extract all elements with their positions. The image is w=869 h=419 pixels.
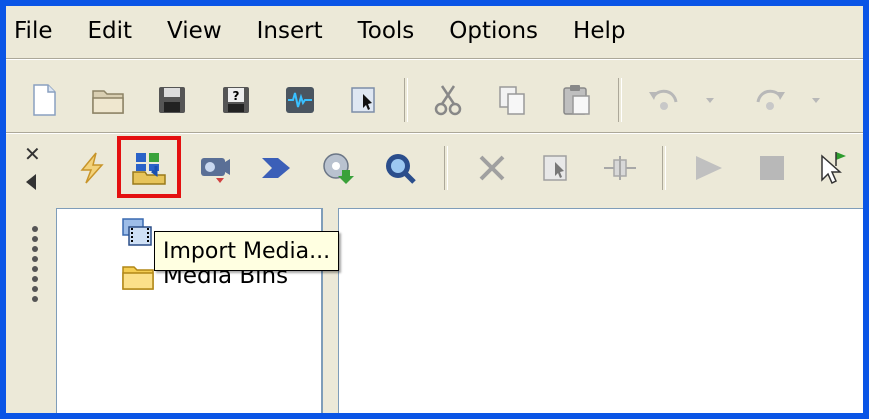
convert-icon[interactable] [252,144,300,192]
stop-icon[interactable] [748,144,796,192]
save-as-icon[interactable]: ? [212,76,260,124]
tree-item-clips[interactable] [121,217,153,249]
menu-file[interactable]: File [14,18,53,44]
paste-icon[interactable] [552,76,600,124]
film-clip-icon [122,218,152,246]
redo-dropdown-icon[interactable] [802,76,830,124]
delete-icon[interactable] [468,144,516,192]
play-icon[interactable] [684,144,732,192]
save-icon[interactable] [148,76,196,124]
cut-icon[interactable] [424,76,472,124]
select-icon[interactable] [340,76,388,124]
svg-text:?: ? [233,89,240,103]
redo-icon[interactable] [746,76,794,124]
search-media-icon[interactable] [376,144,424,192]
produce-lightning-icon[interactable] [68,144,116,192]
new-file-icon[interactable] [20,76,68,124]
import-media-highlight [117,136,181,198]
content-panel [338,208,863,413]
undo-dropdown-icon[interactable] [696,76,724,124]
toolbar-separator [404,78,408,122]
application-window: File Edit View Insert Tools Options Help… [6,6,863,413]
menu-insert[interactable]: Insert [257,18,323,44]
split-icon[interactable] [596,144,644,192]
menu-separator-highlight [6,59,863,60]
menu-bar: File Edit View Insert Tools Options Help [6,6,863,56]
pointer-icon[interactable] [808,144,856,192]
toolbar-separator [662,146,666,190]
standard-toolbar: ? [6,62,863,134]
open-folder-icon[interactable] [84,76,132,124]
select-icon[interactable] [532,144,580,192]
capture-icon[interactable] [190,144,238,192]
menu-view[interactable]: View [167,18,222,44]
publish-icon[interactable] [314,144,362,192]
menu-options[interactable]: Options [449,18,538,44]
toolbar-separator [444,146,448,190]
copy-icon[interactable] [488,76,536,124]
record-audio-icon[interactable] [276,76,324,124]
undo-icon[interactable] [640,76,688,124]
menu-tools[interactable]: Tools [358,18,415,44]
toolbar-separator [618,78,622,122]
import-media-tooltip: Import Media... [154,231,340,271]
menu-help[interactable]: Help [573,18,625,44]
folder-icon [122,266,154,290]
menu-edit[interactable]: Edit [88,18,133,44]
gripper-dots-icon[interactable] [32,226,38,306]
